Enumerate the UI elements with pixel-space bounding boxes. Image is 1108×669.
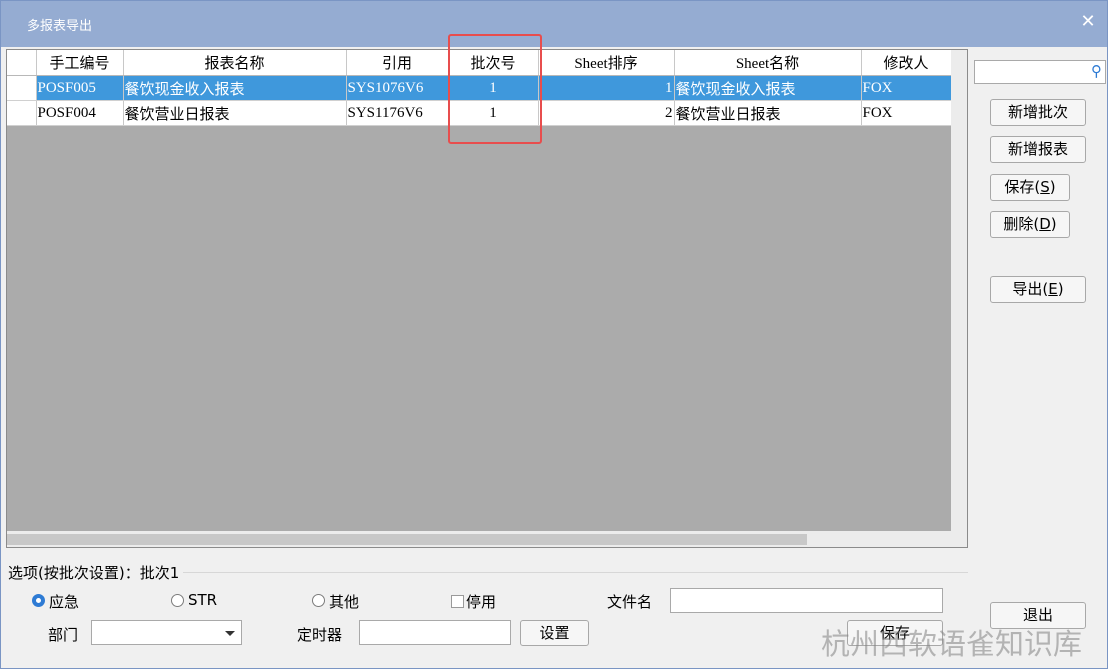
save-label: 保存(	[1004, 178, 1041, 196]
delete-suffix: )	[1050, 215, 1057, 233]
cell-name[interactable]: 餐饮营业日报表	[123, 100, 347, 126]
cell-modifier[interactable]: FOX	[861, 75, 952, 101]
row-indicator[interactable]	[7, 100, 37, 126]
radio-urgent-label[interactable]: 应急	[49, 591, 79, 612]
cell-ref[interactable]: SYS1176V6	[346, 100, 449, 126]
cell-code[interactable]: POSF004	[36, 100, 124, 126]
title-bar[interactable]: 多报表导出 ✕	[1, 1, 1107, 47]
delete-button[interactable]: 删除(D)	[990, 211, 1070, 238]
delete-hotkey: D	[1039, 215, 1051, 233]
save-suffix: )	[1049, 178, 1056, 196]
department-label: 部门	[48, 626, 79, 644]
cell-name[interactable]: 餐饮现金收入报表	[123, 75, 347, 101]
cell-sheet-name[interactable]: 餐饮营业日报表	[674, 100, 862, 126]
cell-sheet-order[interactable]: 2	[538, 100, 675, 126]
timer-label: 定时器	[297, 626, 343, 644]
radio-str-label[interactable]: STR	[188, 591, 217, 609]
cell-code[interactable]: POSF005	[36, 75, 124, 101]
disable-checkbox[interactable]	[451, 595, 464, 608]
delete-label: 删除(	[1003, 215, 1040, 233]
col-ref-header[interactable]: 引用	[346, 50, 449, 76]
radio-urgent[interactable]	[32, 594, 45, 607]
col-name-header[interactable]: 报表名称	[123, 50, 347, 76]
cell-sheet-name[interactable]: 餐饮现金收入报表	[674, 75, 862, 101]
row-indicator-header	[7, 50, 37, 76]
close-icon[interactable]: ✕	[1077, 11, 1099, 33]
export-suffix: )	[1057, 280, 1064, 298]
search-input[interactable]: ⚲	[974, 60, 1106, 84]
window-title: 多报表导出	[27, 19, 93, 34]
col-modifier-header[interactable]: 修改人	[861, 50, 952, 76]
cell-sheet-order[interactable]: 1	[538, 75, 675, 101]
radio-str[interactable]	[171, 594, 184, 607]
vertical-scrollbar[interactable]	[951, 50, 967, 547]
col-sheet-name-header[interactable]: Sheet名称	[674, 50, 862, 76]
radio-other[interactable]	[312, 594, 325, 607]
col-sheet-order-header[interactable]: Sheet排序	[538, 50, 675, 76]
save-button[interactable]: 保存(S)	[990, 174, 1070, 201]
options-group-label: 选项(按批次设置)：批次1	[8, 562, 184, 583]
add-report-button[interactable]: 新增报表	[990, 136, 1086, 163]
settings-button[interactable]: 设置	[520, 620, 589, 646]
horizontal-scrollbar[interactable]	[7, 531, 951, 547]
horizontal-scroll-thumb[interactable]	[7, 534, 807, 545]
radio-other-label[interactable]: 其他	[329, 591, 359, 612]
row-indicator[interactable]	[7, 75, 37, 101]
watermark: 杭州西软语雀知识库	[821, 627, 1083, 661]
col-code-header[interactable]: 手工编号	[36, 50, 124, 76]
chevron-down-icon[interactable]	[225, 631, 235, 636]
department-select[interactable]	[91, 620, 242, 645]
cell-ref[interactable]: SYS1076V6	[346, 75, 449, 101]
export-button[interactable]: 导出(E)	[990, 276, 1086, 303]
disable-checkbox-label[interactable]: 停用	[466, 591, 496, 612]
save-hotkey: S	[1040, 178, 1050, 196]
add-batch-button[interactable]: 新增批次	[990, 99, 1086, 126]
timer-input[interactable]	[359, 620, 511, 645]
export-dialog: 多报表导出 ✕ 手工编号 报表名称 引用 批次号 Sheet排序 Sheet名称…	[0, 0, 1108, 669]
filename-input[interactable]	[670, 588, 943, 613]
cell-modifier[interactable]: FOX	[861, 100, 952, 126]
export-hotkey: E	[1048, 280, 1058, 298]
batch-column-highlight	[448, 34, 542, 144]
export-label: 导出(	[1012, 280, 1049, 298]
search-icon[interactable]: ⚲	[1091, 62, 1102, 80]
filename-label: 文件名	[607, 593, 653, 611]
